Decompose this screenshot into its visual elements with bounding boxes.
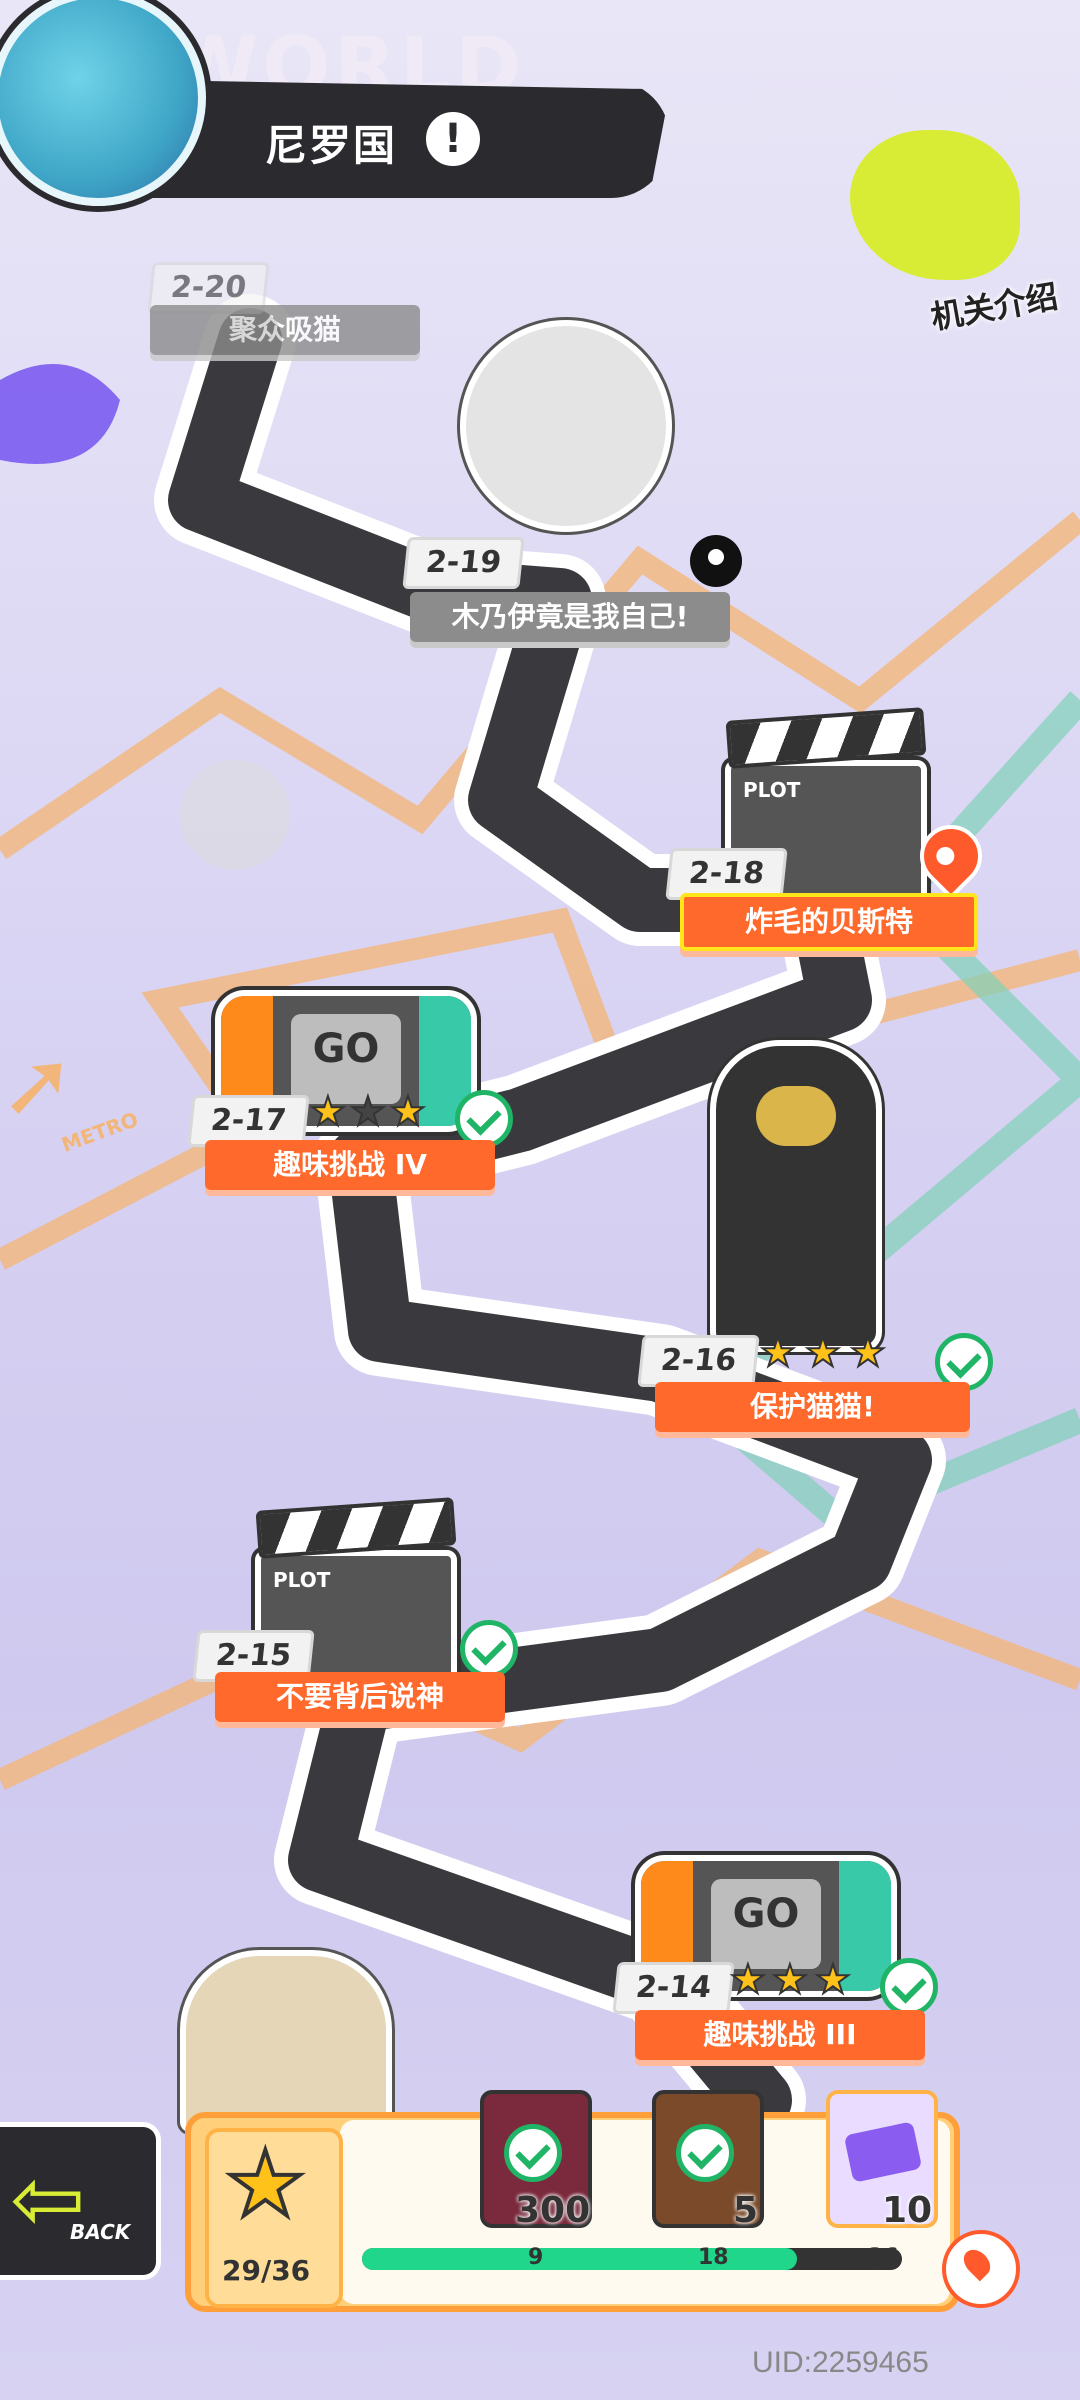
locate-current-level-button[interactable] xyxy=(942,2230,1020,2308)
star-icon: ★ xyxy=(849,1330,887,1376)
level-number-2-16: 2-16 xyxy=(637,1335,760,1387)
reward-qty-18: 5 xyxy=(733,2190,759,2231)
level-2-15-button[interactable]: 不要背后说神 xyxy=(215,1672,505,1722)
claimed-check-icon xyxy=(676,2124,734,2182)
cleared-check-icon xyxy=(460,1620,518,1678)
level-2-16-button[interactable]: 保护猫猫! xyxy=(655,1382,970,1432)
lock-icon xyxy=(690,535,742,587)
star-empty-icon: ★ xyxy=(349,1089,387,1135)
level-number-2-14: 2-14 xyxy=(612,1962,735,2014)
reward-qty-36: 10 xyxy=(882,2190,933,2231)
ticket-icon xyxy=(843,2121,923,2183)
milestone-label-18: 18 xyxy=(698,2245,729,2270)
level-2-14-button[interactable]: 趣味挑战 III xyxy=(635,2010,925,2060)
user-id: UID:2259465 xyxy=(752,2346,929,2379)
star-icon: ★ xyxy=(771,1957,809,2003)
star-icon: ★ xyxy=(804,1330,842,1376)
region-info-button[interactable]: ! xyxy=(422,108,484,170)
arrow-decoration: ➚ xyxy=(0,1032,76,1137)
star-icon: ★ xyxy=(309,1089,347,1135)
star-total-count: 29/36 xyxy=(222,2254,311,2287)
sphinx-character xyxy=(180,1950,392,2132)
star-icon: ★ xyxy=(759,1330,797,1376)
level-2-18-button[interactable]: 炸毛的贝斯特 xyxy=(680,893,978,951)
star-progress-bar xyxy=(362,2248,902,2270)
star-icon: ★ xyxy=(389,1089,427,1135)
cleared-check-icon xyxy=(880,1958,938,2016)
splat-decoration xyxy=(850,130,1020,280)
anubis-character xyxy=(710,1040,882,1352)
star-icon: ★ xyxy=(814,1957,852,2003)
level-2-20-button[interactable]: 聚众吸猫 xyxy=(150,305,420,355)
star-progress-fill xyxy=(362,2248,797,2270)
ghost-character xyxy=(180,760,290,870)
back-label: BACK xyxy=(70,2220,131,2244)
level-number-2-19: 2-19 xyxy=(402,537,525,589)
milestone-label-36: 36 xyxy=(868,2245,899,2270)
region-title: 尼罗国 xyxy=(265,121,398,170)
mummy-character xyxy=(460,320,672,532)
level-2-17-button[interactable]: 趣味挑战 IV xyxy=(205,1140,495,1190)
claimed-check-icon xyxy=(504,2124,562,2182)
milestone-label-9: 9 xyxy=(528,2245,544,2270)
star-icon: ★ xyxy=(729,1957,767,2003)
star-total-icon: ★ xyxy=(223,2132,308,2237)
level-2-19-button[interactable]: 木乃伊竟是我自己! xyxy=(410,592,730,642)
region-header xyxy=(150,80,670,198)
reward-qty-9: 300 xyxy=(515,2190,591,2231)
